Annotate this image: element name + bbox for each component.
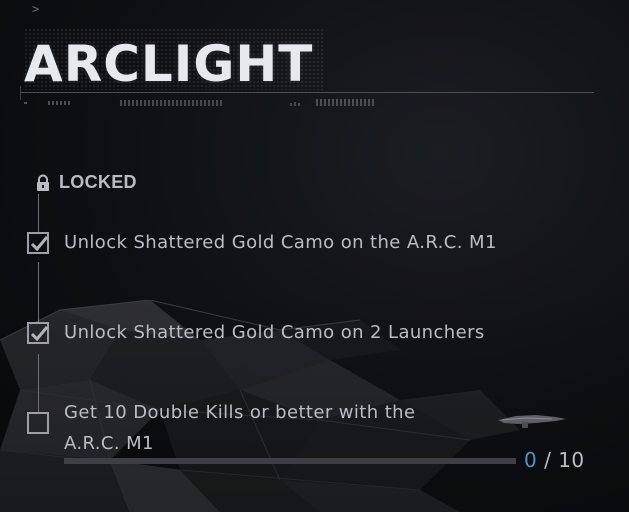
- progress-counter: 0 / 10: [524, 448, 585, 472]
- completed-checkbox: [27, 232, 49, 254]
- title-rule-tick: [20, 86, 21, 100]
- checkmark-icon: [30, 326, 49, 342]
- connector-line: [38, 194, 39, 232]
- checkmark-icon: [30, 236, 49, 252]
- challenge-item: Unlock Shattered Gold Camo on the A.R.C.…: [27, 232, 497, 258]
- connector-line: [38, 354, 39, 412]
- progress-current: 0: [524, 448, 538, 472]
- challenge-description: Unlock Shattered Gold Camo on the A.R.C.…: [64, 232, 497, 253]
- challenge-item: Get 10 Double Kills or better with the A…: [27, 402, 434, 459]
- status-label: LOCKED: [59, 172, 137, 192]
- lock-icon: [37, 174, 49, 191]
- challenge-description: Unlock Shattered Gold Camo on 2 Launcher…: [64, 322, 485, 343]
- progress-separator: /: [544, 448, 552, 472]
- connector-line: [38, 262, 39, 322]
- incomplete-checkbox: [27, 412, 49, 434]
- completed-checkbox: [27, 322, 49, 344]
- challenge-description: Get 10 Double Kills or better with the A…: [64, 402, 416, 454]
- camo-challenge-screen: > ARCLIGHT LOCKED Unlock Shattered Gold …: [0, 0, 629, 512]
- progress-total: 10: [558, 448, 585, 472]
- challenge-item: Unlock Shattered Gold Camo on 2 Launcher…: [27, 322, 485, 348]
- page-title: ARCLIGHT: [24, 35, 314, 93]
- title-divider: [20, 92, 594, 93]
- lock-status: LOCKED: [35, 172, 137, 193]
- corner-mark: >: [32, 2, 40, 16]
- title-data-strip: [24, 99, 374, 106]
- weapon-silhouette-icon: [498, 415, 566, 428]
- progress-bar: [64, 458, 516, 464]
